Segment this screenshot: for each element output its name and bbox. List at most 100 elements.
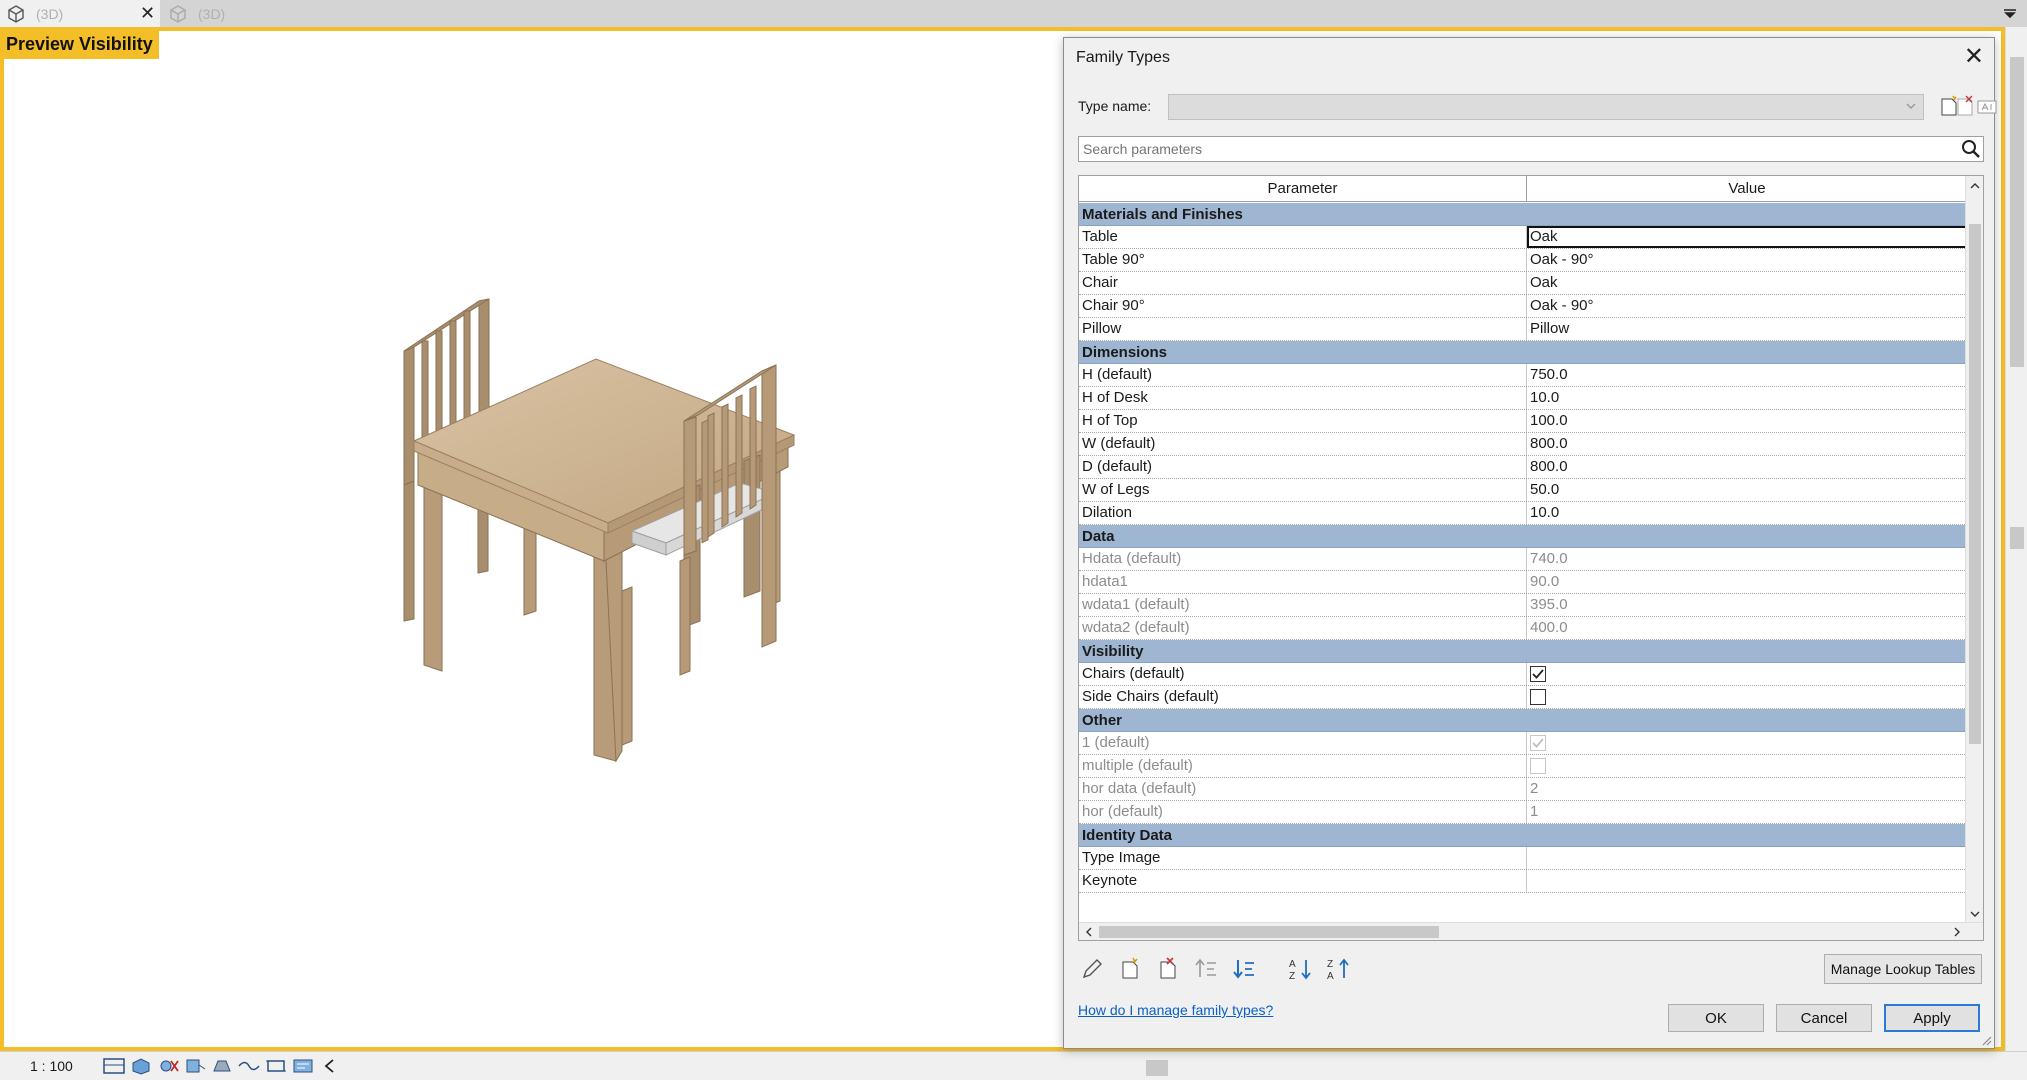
parameter-name: Keynote [1079, 870, 1527, 892]
group-header[interactable]: Materials and Finishes [1079, 203, 1967, 226]
view-scale[interactable]: 1 : 100 [30, 1058, 102, 1074]
delete-parameter-icon[interactable] [1154, 955, 1182, 983]
chevron-down-icon[interactable] [1969, 908, 1981, 920]
delete-type-icon[interactable] [1912, 94, 1938, 120]
close-icon[interactable]: ✕ [140, 3, 155, 24]
parameter-row[interactable]: H of Top 100.0 [1079, 410, 1967, 433]
render-icon[interactable] [210, 1057, 234, 1075]
parameter-row[interactable]: H (default) 750.0 [1079, 364, 1967, 387]
visual-style-icon[interactable] [129, 1057, 153, 1075]
grid-vertical-scrollbar[interactable] [1965, 176, 1983, 924]
parameter-name: Chairs (default) [1079, 663, 1527, 685]
resize-grip-icon[interactable] [1980, 1034, 1992, 1046]
checkbox[interactable] [1530, 689, 1546, 705]
chevron-right-icon[interactable] [1951, 926, 1963, 938]
sun-path-off-icon[interactable] [156, 1057, 180, 1075]
group-header[interactable]: Other [1079, 709, 1967, 732]
scrollbar-thumb[interactable] [1099, 926, 1439, 938]
parameter-row[interactable]: multiple (default) [1079, 755, 1967, 778]
parameter-value: 1 [1530, 803, 1539, 820]
scrollbar-thumb[interactable] [1969, 224, 1981, 744]
shadows-icon[interactable] [183, 1057, 207, 1075]
parameter-value[interactable]: 800.0 [1527, 433, 1967, 455]
parameter-row[interactable]: Hdata (default) 740.0 [1079, 548, 1967, 571]
sort-descending-icon[interactable]: ZA [1324, 955, 1352, 983]
chevron-left-icon[interactable] [1083, 926, 1095, 938]
parameter-value[interactable]: Oak [1527, 226, 1967, 248]
chevron-left-icon[interactable] [318, 1057, 342, 1075]
parameter-value[interactable]: 800.0 [1527, 456, 1967, 478]
parameter-value[interactable]: Oak - 90° [1527, 249, 1967, 271]
viewport-scrollbar[interactable] [2005, 27, 2027, 1051]
parameter-row[interactable]: Table Oak [1079, 226, 1967, 249]
parameter-value[interactable]: 10.0 [1527, 387, 1967, 409]
apply-button[interactable]: Apply [1884, 1004, 1980, 1032]
parameter-row[interactable]: Table 90° Oak - 90° [1079, 249, 1967, 272]
parameter-value[interactable]: Pillow [1527, 318, 1967, 340]
parameter-name: Type Image [1079, 847, 1527, 869]
table-and-chairs-model [403, 298, 796, 763]
parameter-row[interactable]: Side Chairs (default) [1079, 686, 1967, 709]
crop-region-icon[interactable] [264, 1057, 288, 1075]
group-header[interactable]: Identity Data [1079, 824, 1967, 847]
parameter-row[interactable]: hor (default) 1 [1079, 801, 1967, 824]
checkbox[interactable] [1530, 666, 1546, 682]
chevron-up-icon[interactable] [1969, 180, 1981, 192]
parameter-value[interactable] [1527, 847, 1967, 869]
parameter-row[interactable]: Chair 90° Oak - 90° [1079, 295, 1967, 318]
parameter-row[interactable]: Chair Oak [1079, 272, 1967, 295]
grid-horizontal-scrollbar[interactable] [1079, 922, 1983, 940]
manage-lookup-tables-button[interactable]: Manage Lookup Tables [1824, 954, 1982, 984]
sort-ascending-icon[interactable]: AZ [1286, 955, 1314, 983]
parameter-name: wdata2 (default) [1079, 617, 1527, 639]
parameter-value[interactable]: 750.0 [1527, 364, 1967, 386]
parameter-row[interactable]: Chairs (default) [1079, 663, 1967, 686]
parameter-checkbox[interactable] [1527, 686, 1967, 708]
cancel-button[interactable]: Cancel [1776, 1004, 1872, 1032]
help-link[interactable]: How do I manage family types? [1078, 1002, 1273, 1018]
delete-type-icon[interactable] [1952, 94, 1978, 120]
column-header-parameter[interactable]: Parameter [1079, 176, 1527, 202]
parameter-row[interactable]: D (default) 800.0 [1079, 456, 1967, 479]
type-name-dropdown[interactable] [1168, 94, 1924, 120]
parameter-row[interactable]: hor data (default) 2 [1079, 778, 1967, 801]
parameter-row[interactable]: W (default) 800.0 [1079, 433, 1967, 456]
parameter-row[interactable]: H of Desk 10.0 [1079, 387, 1967, 410]
parameter-value[interactable]: Oak [1527, 272, 1967, 294]
group-header[interactable]: Data [1079, 525, 1967, 548]
parameter-value[interactable]: 50.0 [1527, 479, 1967, 501]
temporary-hide-icon[interactable] [291, 1057, 315, 1075]
search-parameters-input[interactable] [1078, 136, 1984, 162]
detail-level-icon[interactable] [102, 1057, 126, 1075]
parameter-row[interactable]: W of Legs 50.0 [1079, 479, 1967, 502]
edit-pencil-icon[interactable] [1078, 955, 1106, 983]
parameter-row[interactable]: 1 (default) [1079, 732, 1967, 755]
parameter-value[interactable]: 10.0 [1527, 502, 1967, 524]
close-icon[interactable]: ✕ [1964, 42, 1984, 71]
move-down-icon[interactable] [1230, 955, 1258, 983]
ok-button[interactable]: OK [1668, 1004, 1764, 1032]
parameter-row[interactable]: wdata1 (default) 395.0 [1079, 594, 1967, 617]
search-icon[interactable] [1960, 138, 1982, 160]
group-header[interactable]: Visibility [1079, 640, 1967, 663]
tab-3d-inactive[interactable]: (3D) [162, 0, 282, 27]
parameter-row[interactable]: hdata1 90.0 [1079, 571, 1967, 594]
parameter-value[interactable]: 100.0 [1527, 410, 1967, 432]
parameter-row[interactable]: Type Image [1079, 847, 1967, 870]
parameter-row[interactable]: Dilation 10.0 [1079, 502, 1967, 525]
tab-3d-active[interactable]: (3D) ✕ [0, 0, 160, 27]
parameter-row[interactable]: Keynote [1079, 870, 1967, 893]
column-header-value[interactable]: Value [1527, 176, 1967, 202]
parameter-row[interactable]: wdata2 (default) 400.0 [1079, 617, 1967, 640]
parameter-checkbox[interactable] [1527, 663, 1967, 685]
parameter-value[interactable] [1527, 870, 1967, 892]
crop-view-icon[interactable] [237, 1057, 261, 1075]
group-header[interactable]: Dimensions [1079, 341, 1967, 364]
parameter-value[interactable]: Oak - 90° [1527, 295, 1967, 317]
tab-overflow-icon[interactable] [2001, 4, 2019, 22]
new-parameter-icon[interactable] [1116, 955, 1144, 983]
move-up-icon[interactable] [1192, 955, 1220, 983]
scrollbar-thumb[interactable] [2010, 57, 2024, 367]
parameter-row[interactable]: Pillow Pillow [1079, 318, 1967, 341]
status-scroll-thumb[interactable] [1146, 1060, 1168, 1076]
